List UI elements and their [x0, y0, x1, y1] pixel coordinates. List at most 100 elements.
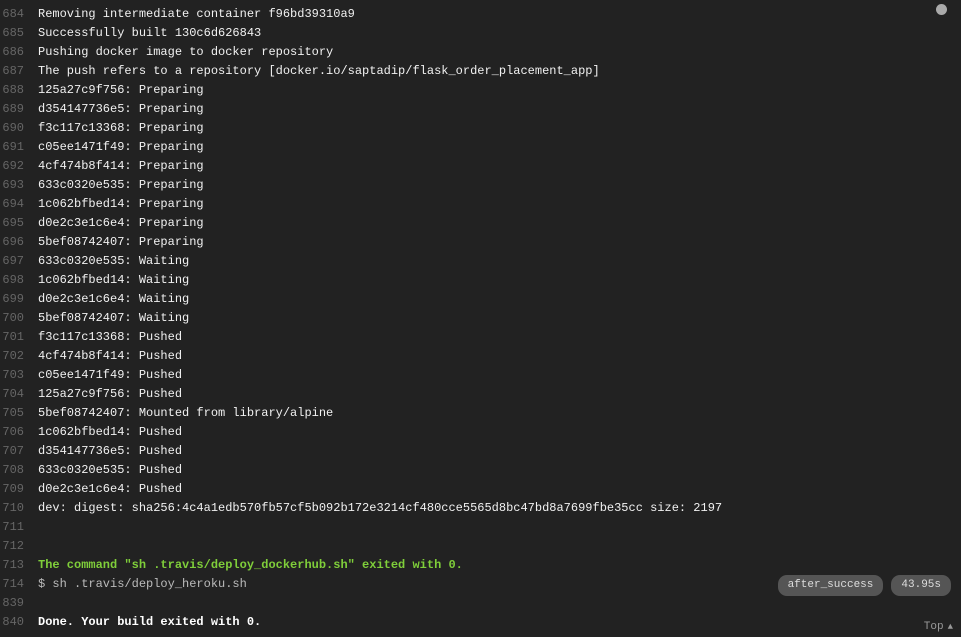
line-text: d0e2c3e1c6e4: Pushed: [38, 480, 961, 499]
line-number[interactable]: 690: [0, 119, 38, 138]
log-line: 7061c062bfbed14: Pushed: [0, 423, 961, 442]
line-text: 1c062bfbed14: Waiting: [38, 271, 961, 290]
scroll-top-link[interactable]: Top ▲: [924, 618, 953, 637]
log-line: 709d0e2c3e1c6e4: Pushed: [0, 480, 961, 499]
line-text: 4cf474b8f414: Pushed: [38, 347, 961, 366]
line-number[interactable]: 700: [0, 309, 38, 328]
line-number[interactable]: 691: [0, 138, 38, 157]
line-number[interactable]: 686: [0, 43, 38, 62]
line-text: The push refers to a repository [docker.…: [38, 62, 961, 81]
line-number[interactable]: 701: [0, 328, 38, 347]
line-number[interactable]: 704: [0, 385, 38, 404]
line-number[interactable]: 710: [0, 499, 38, 518]
line-text: 633c0320e535: Pushed: [38, 461, 961, 480]
log-line: 693633c0320e535: Preparing: [0, 176, 961, 195]
line-text: dev: digest: sha256:4c4a1edb570fb57cf5b0…: [38, 499, 961, 518]
line-number[interactable]: 697: [0, 252, 38, 271]
line-text: 125a27c9f756: Preparing: [38, 81, 961, 100]
line-number[interactable]: 707: [0, 442, 38, 461]
log-line: 6924cf474b8f414: Preparing: [0, 157, 961, 176]
line-number[interactable]: 696: [0, 233, 38, 252]
line-number[interactable]: 687: [0, 62, 38, 81]
line-text: Removing intermediate container f96bd393…: [38, 5, 961, 24]
log-line: 684Removing intermediate container f96bd…: [0, 5, 961, 24]
line-number[interactable]: 712: [0, 537, 38, 556]
line-text: Done. Your build exited with 0.: [38, 613, 961, 632]
line-number[interactable]: 714: [0, 575, 38, 594]
line-number[interactable]: 706: [0, 423, 38, 442]
log-line: 689d354147736e5: Preparing: [0, 100, 961, 119]
log-line: 714$ sh .travis/deploy_heroku.shafter_su…: [0, 575, 961, 594]
log-line: 6981c062bfbed14: Waiting: [0, 271, 961, 290]
log-line: 691c05ee1471f49: Preparing: [0, 138, 961, 157]
log-line: 7024cf474b8f414: Pushed: [0, 347, 961, 366]
line-text: 1c062bfbed14: Preparing: [38, 195, 961, 214]
line-number[interactable]: 685: [0, 24, 38, 43]
line-number[interactable]: 694: [0, 195, 38, 214]
line-text: d354147736e5: Pushed: [38, 442, 961, 461]
line-text: d0e2c3e1c6e4: Waiting: [38, 290, 961, 309]
line-number[interactable]: 702: [0, 347, 38, 366]
log-line: 699d0e2c3e1c6e4: Waiting: [0, 290, 961, 309]
line-text: c05ee1471f49: Pushed: [38, 366, 961, 385]
line-text: Pushing docker image to docker repositor…: [38, 43, 961, 62]
line-text: f3c117c13368: Preparing: [38, 119, 961, 138]
tag-badge: after_success: [778, 575, 884, 596]
line-number[interactable]: 693: [0, 176, 38, 195]
line-text: 125a27c9f756: Pushed: [38, 385, 961, 404]
line-text: 633c0320e535: Preparing: [38, 176, 961, 195]
log-line: 839: [0, 594, 961, 613]
log-line: 711: [0, 518, 961, 537]
line-number[interactable]: 711: [0, 518, 38, 537]
line-text: 5bef08742407: Mounted from library/alpin…: [38, 404, 961, 423]
line-text: The command "sh .travis/deploy_dockerhub…: [38, 556, 961, 575]
log-line: 7055bef08742407: Mounted from library/al…: [0, 404, 961, 423]
line-number[interactable]: 839: [0, 594, 38, 613]
line-tags: after_success 43.95s: [778, 575, 951, 596]
log-line: 840Done. Your build exited with 0.: [0, 613, 961, 632]
log-line: 704125a27c9f756: Pushed: [0, 385, 961, 404]
line-text: d0e2c3e1c6e4: Preparing: [38, 214, 961, 233]
line-text: 633c0320e535: Waiting: [38, 252, 961, 271]
log-line: 708633c0320e535: Pushed: [0, 461, 961, 480]
line-number[interactable]: 689: [0, 100, 38, 119]
line-text: 4cf474b8f414: Preparing: [38, 157, 961, 176]
log-line: 712: [0, 537, 961, 556]
log-line: 703c05ee1471f49: Pushed: [0, 366, 961, 385]
log-line: 688125a27c9f756: Preparing: [0, 81, 961, 100]
line-text: 5bef08742407: Waiting: [38, 309, 961, 328]
line-number[interactable]: 695: [0, 214, 38, 233]
log-line: 695d0e2c3e1c6e4: Preparing: [0, 214, 961, 233]
line-number[interactable]: 698: [0, 271, 38, 290]
log-line: 686Pushing docker image to docker reposi…: [0, 43, 961, 62]
log-line: 697633c0320e535: Waiting: [0, 252, 961, 271]
line-number[interactable]: 703: [0, 366, 38, 385]
line-text: d354147736e5: Preparing: [38, 100, 961, 119]
line-text: c05ee1471f49: Preparing: [38, 138, 961, 157]
line-text: 5bef08742407: Preparing: [38, 233, 961, 252]
line-number[interactable]: 713: [0, 556, 38, 575]
tag-badge: 43.95s: [891, 575, 951, 596]
log-line: 6965bef08742407: Preparing: [0, 233, 961, 252]
log-line: 6941c062bfbed14: Preparing: [0, 195, 961, 214]
line-number[interactable]: 692: [0, 157, 38, 176]
line-number[interactable]: 705: [0, 404, 38, 423]
line-number[interactable]: 709: [0, 480, 38, 499]
log-output: 684Removing intermediate container f96bd…: [0, 0, 961, 637]
log-line: 701f3c117c13368: Pushed: [0, 328, 961, 347]
log-line: 710dev: digest: sha256:4c4a1edb570fb57cf…: [0, 499, 961, 518]
line-number[interactable]: 699: [0, 290, 38, 309]
line-text: f3c117c13368: Pushed: [38, 328, 961, 347]
line-number[interactable]: 708: [0, 461, 38, 480]
line-number[interactable]: 684: [0, 5, 38, 24]
log-line: 707d354147736e5: Pushed: [0, 442, 961, 461]
log-line: 7005bef08742407: Waiting: [0, 309, 961, 328]
log-line: 690f3c117c13368: Preparing: [0, 119, 961, 138]
log-line: 685Successfully built 130c6d626843: [0, 24, 961, 43]
line-number[interactable]: 840: [0, 613, 38, 632]
caret-up-icon: ▲: [948, 618, 953, 637]
line-text: Successfully built 130c6d626843: [38, 24, 961, 43]
line-number[interactable]: 688: [0, 81, 38, 100]
log-line: 687The push refers to a repository [dock…: [0, 62, 961, 81]
top-link-label: Top: [924, 618, 944, 637]
